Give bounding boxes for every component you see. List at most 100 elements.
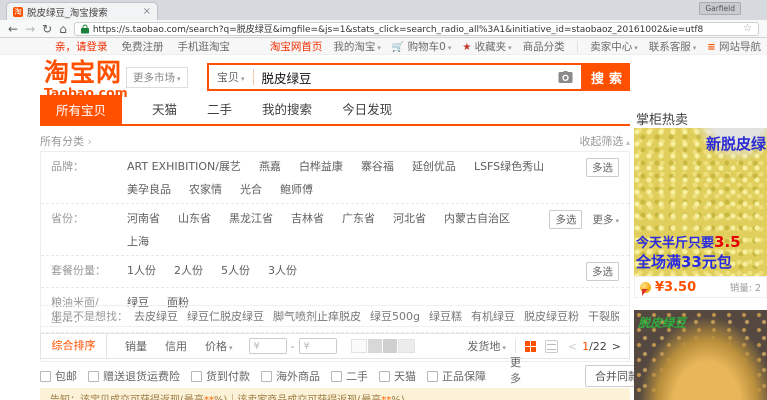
suggestion-link[interactable]: 绿豆仁脱皮绿豆	[187, 308, 264, 324]
sort-credit[interactable]: 信用	[165, 338, 187, 354]
result-tab[interactable]: 二手	[207, 99, 232, 124]
seller-center-menu[interactable]: 卖家中心	[590, 39, 638, 54]
brand-option[interactable]: 白桦益康	[299, 158, 343, 174]
home-icon[interactable]: ⌂	[59, 23, 67, 35]
forward-icon[interactable]: →	[25, 23, 35, 35]
province-option[interactable]: 黑龙江省	[229, 210, 273, 226]
price-min-input[interactable]: ¥	[249, 338, 287, 354]
ship-from-dropdown[interactable]: 发货地	[467, 338, 506, 354]
checkbox-icon[interactable]	[88, 371, 99, 382]
url-text: https://s.taobao.com/search?q=脱皮绿豆&imgfi…	[93, 22, 739, 35]
cart-menu[interactable]: 🛒 购物车0	[392, 39, 452, 54]
back-icon[interactable]: ←	[8, 23, 18, 35]
sort-sales[interactable]: 销量	[125, 338, 147, 354]
service-checkbox[interactable]: 天猫	[379, 368, 416, 384]
brand-option[interactable]: 光合	[240, 181, 262, 197]
checkbox-icon[interactable]	[191, 371, 202, 382]
suggestion-link[interactable]: 去皮绿豆	[134, 308, 178, 324]
checkbox-icon[interactable]	[379, 371, 390, 382]
grid-view-icon[interactable]	[525, 341, 536, 352]
reload-icon[interactable]: ↻	[42, 23, 52, 35]
province-option[interactable]: 山东省	[178, 210, 211, 226]
filter-row-portion: 套餐份量： 1人份2人份5人份3人份 多选	[41, 256, 629, 288]
checkbox-icon[interactable]	[427, 371, 438, 382]
register-link[interactable]: 免费注册	[122, 39, 164, 54]
result-tab[interactable]: 天猫	[152, 99, 177, 124]
suggestion-link[interactable]: 干裂脱皮	[588, 308, 619, 324]
province-option[interactable]: 河南省	[127, 210, 160, 226]
all-categories-link[interactable]: 所有分类	[40, 133, 92, 149]
taobao-logo[interactable]: 淘宝网 Taobao.com	[44, 60, 128, 100]
brand-option[interactable]: LSFS绿色秀山	[474, 158, 544, 174]
brand-option[interactable]: 延创优品	[412, 158, 456, 174]
province-option[interactable]: 河北省	[393, 210, 426, 226]
multi-select-button[interactable]: 多选	[586, 158, 619, 177]
checkbox-icon[interactable]	[331, 371, 342, 382]
service-checkbox[interactable]: 赠送退货运费险	[88, 368, 180, 384]
suggestion-link[interactable]: 有机绿豆	[471, 308, 515, 324]
brand-option[interactable]: 寨谷福	[361, 158, 394, 174]
contact-service-menu[interactable]: 联系客服	[649, 39, 697, 54]
portion-option[interactable]: 2人份	[174, 262, 203, 278]
service-checkbox[interactable]: 包邮	[40, 368, 77, 384]
https-lock-icon	[81, 24, 89, 34]
list-view-icon[interactable]	[545, 340, 558, 353]
suggestion-link[interactable]: 脱皮绿豆粉	[524, 308, 579, 324]
collapse-filters-link[interactable]: 收起筛选	[579, 133, 630, 149]
brand-option[interactable]: 鲍师傅	[280, 181, 313, 197]
search-input[interactable]	[254, 70, 558, 85]
price-histogram-slider[interactable]	[351, 339, 415, 353]
more-markets-button[interactable]: 更多市场	[126, 67, 188, 88]
service-checkbox[interactable]: 海外商品	[261, 368, 320, 384]
hot-sale-ad-image[interactable]: 新脱皮绿 今天半斤只要3.5 全场满33元包	[634, 128, 767, 276]
portion-option[interactable]: 3人份	[268, 262, 297, 278]
prev-page-icon[interactable]: <	[568, 340, 577, 353]
browser-profile-chip[interactable]: Garfield	[699, 2, 741, 15]
province-option[interactable]: 内蒙古自治区	[444, 210, 510, 226]
checkbox-icon[interactable]	[40, 371, 51, 382]
search-scope-dropdown[interactable]: 宝贝	[209, 69, 254, 85]
image-search-camera-icon[interactable]	[558, 71, 573, 83]
portion-option[interactable]: 1人份	[127, 262, 156, 278]
next-page-icon[interactable]: >	[612, 340, 621, 353]
bookmark-star-icon[interactable]: ☆	[743, 23, 752, 34]
service-checkbox[interactable]: 货到付款	[191, 368, 250, 384]
suggestion-link[interactable]: 绿豆500g	[370, 308, 420, 324]
login-link[interactable]: 亲，请登录	[55, 39, 108, 54]
search-button[interactable]: 搜索	[583, 63, 630, 91]
sitemap-link[interactable]: ≡ 网站导航	[707, 39, 761, 54]
url-box[interactable]: https://s.taobao.com/search?q=脱皮绿豆&imgfi…	[74, 22, 759, 36]
suggestion-link[interactable]: 脚气喷剂止痒脱皮	[273, 308, 361, 324]
categories-link[interactable]: 商品分类	[523, 39, 565, 54]
sort-price[interactable]: 价格	[205, 338, 233, 354]
price-range: ¥ - ¥	[249, 338, 337, 354]
taobao-home-link[interactable]: 淘宝网首页	[270, 39, 323, 54]
multi-select-button[interactable]: 多选	[549, 210, 582, 229]
province-option[interactable]: 上海	[127, 233, 149, 249]
hot-sale-ad2-image[interactable]: 脱皮绿豆	[634, 310, 767, 400]
suggestion-link[interactable]: 绿豆糕	[429, 308, 462, 324]
result-tab[interactable]: 今日发现	[342, 99, 392, 124]
more-link[interactable]: 更多	[592, 212, 619, 227]
multi-select-button[interactable]: 多选	[586, 262, 619, 281]
service-checkbox[interactable]: 正品保障	[427, 368, 486, 384]
result-tab[interactable]: 我的搜索	[262, 99, 312, 124]
price-max-input[interactable]: ¥	[299, 338, 337, 354]
favorites-menu[interactable]: ★ 收藏夹	[462, 39, 511, 54]
brand-option[interactable]: 农家情	[189, 181, 222, 197]
brand-option[interactable]: 燕嘉	[259, 158, 281, 174]
portion-option[interactable]: 5人份	[221, 262, 250, 278]
checkbox-icon[interactable]	[261, 371, 272, 382]
my-taobao-menu[interactable]: 我的淘宝	[333, 39, 381, 54]
browser-tabstrip: 脱皮绿豆_淘宝搜索 × Garfield	[0, 0, 767, 20]
tab-close-icon[interactable]: ×	[143, 6, 151, 17]
browser-tab[interactable]: 脱皮绿豆_淘宝搜索 ×	[6, 2, 158, 20]
tab-all-items[interactable]: 所有宝贝	[40, 95, 122, 124]
province-option[interactable]: 吉林省	[291, 210, 324, 226]
province-option[interactable]: 广东省	[342, 210, 375, 226]
mobile-taobao-link[interactable]: 手机逛淘宝	[178, 39, 231, 54]
service-checkbox[interactable]: 二手	[331, 368, 368, 384]
sort-default[interactable]: 综合排序	[41, 334, 107, 358]
brand-option[interactable]: ART EXHIBITION/展艺	[127, 158, 241, 174]
brand-option[interactable]: 美孕良品	[127, 181, 171, 197]
